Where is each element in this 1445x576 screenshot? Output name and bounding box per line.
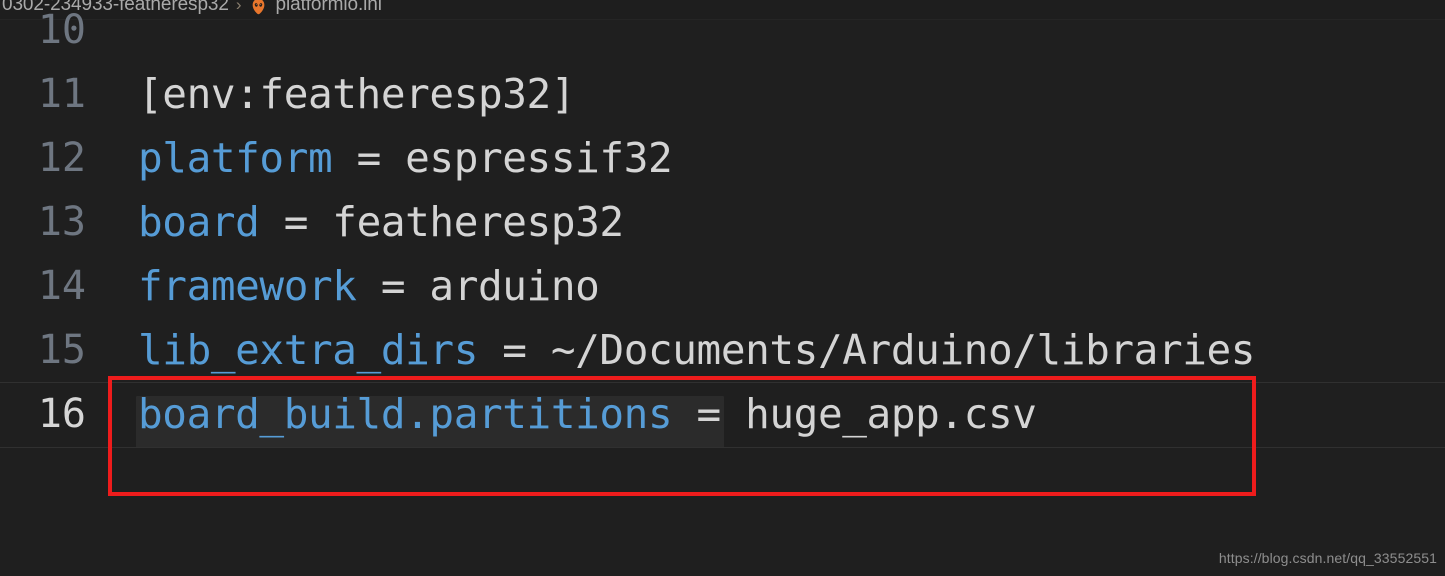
watermark: https://blog.csdn.net/qq_33552551 bbox=[1218, 550, 1437, 566]
ini-key-token: board bbox=[138, 198, 260, 246]
line-number: 15 bbox=[37, 327, 86, 373]
code-line[interactable]: 11 [env:featheresp32] bbox=[0, 62, 1445, 126]
ini-key-token: framework bbox=[138, 262, 357, 310]
ini-value-token: featheresp32 bbox=[332, 198, 624, 246]
line-number: 12 bbox=[37, 135, 86, 181]
line-number-active: 16 bbox=[37, 391, 86, 437]
line-content[interactable]: [env:featheresp32] bbox=[100, 70, 1445, 118]
line-number: 11 bbox=[37, 71, 86, 117]
line-content[interactable]: board = featheresp32 bbox=[100, 198, 1445, 246]
code-line[interactable]: 10 bbox=[0, 0, 1445, 62]
line-number: 10 bbox=[37, 7, 86, 53]
line-content[interactable]: framework = arduino bbox=[100, 262, 1445, 310]
ini-equals-token: = bbox=[672, 390, 746, 438]
code-editor[interactable]: 10 11 [env:featheresp32] 12 platform = e… bbox=[0, 7, 1445, 576]
code-line-active[interactable]: 16 board_build.partitions = huge_app.csv bbox=[0, 382, 1445, 446]
line-number: 14 bbox=[37, 263, 86, 309]
ini-equals-token: = bbox=[477, 326, 551, 374]
ini-value-token: espressif32 bbox=[405, 134, 673, 182]
code-line[interactable]: 14 framework = arduino bbox=[0, 254, 1445, 318]
vscode-editor-window: 0302-234933-featheresp32 › platformio.in… bbox=[0, 0, 1445, 576]
code-line[interactable]: 15 lib_extra_dirs = ~/Documents/Arduino/… bbox=[0, 318, 1445, 382]
code-line[interactable]: 12 platform = espressif32 bbox=[0, 126, 1445, 190]
ini-key-token: platform bbox=[138, 134, 333, 182]
code-line[interactable]: 13 board = featheresp32 bbox=[0, 190, 1445, 254]
ini-equals-token: = bbox=[259, 198, 333, 246]
ini-value-token: arduino bbox=[429, 262, 600, 310]
ini-equals-token: = bbox=[356, 262, 430, 310]
ini-value-token: huge_app.csv bbox=[745, 390, 1037, 438]
active-line-border-bottom bbox=[0, 447, 1445, 448]
ini-section-token: [env:featheresp32] bbox=[138, 70, 576, 118]
line-content[interactable]: lib_extra_dirs = ~/Documents/Arduino/lib… bbox=[100, 326, 1445, 374]
line-number: 13 bbox=[37, 199, 86, 245]
ini-value-token: ~/Documents/Arduino/libraries bbox=[550, 326, 1256, 374]
line-content[interactable]: platform = espressif32 bbox=[100, 134, 1445, 182]
line-content[interactable]: board_build.partitions = huge_app.csv bbox=[100, 390, 1445, 438]
ini-key-token: board_build.partitions bbox=[138, 390, 673, 438]
ini-key-token: lib_extra_dirs bbox=[138, 326, 478, 374]
ini-equals-token: = bbox=[332, 134, 406, 182]
